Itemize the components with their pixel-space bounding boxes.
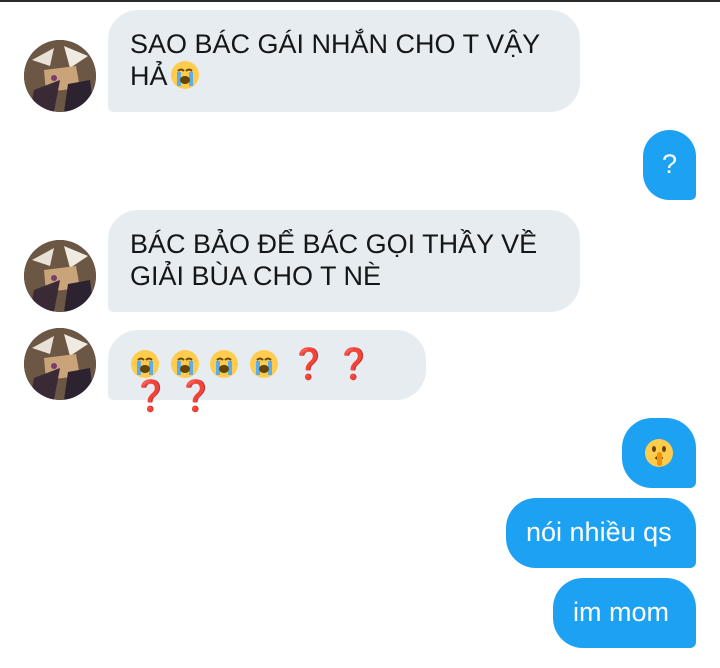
message-bubble-incoming[interactable]: ❓ ❓❓ ❓ [108,330,426,413]
loudly-crying-face-icon [249,349,279,379]
message-bubble-outgoing[interactable]: nói nhiều qs [506,498,696,568]
message-bubble-outgoing[interactable]: im mom [553,578,696,648]
message-bubble-outgoing[interactable]: ? [643,130,696,200]
loudly-crying-face-icon [209,349,239,379]
message-bubble-outgoing[interactable] [622,418,696,488]
message-text: nói nhiều qs [526,517,672,547]
loudly-crying-face-icon [170,349,200,379]
top-divider [0,0,720,2]
loudly-crying-face-icon [170,60,200,90]
question-mark-icon: ❓ [132,380,170,413]
message-bubble-incoming[interactable]: BÁC BẢO ĐỂ BÁC GỌI THẦY VỀ GIẢI BÙA CHO … [108,210,580,312]
avatar[interactable] [24,240,96,312]
message-bubble-incoming[interactable]: SAO BÁC GÁI NHẮN CHO T VẬY HẢ [108,10,580,112]
question-mark-icon: ❓ [177,380,215,413]
avatar[interactable] [24,328,96,400]
message-text: ? [661,149,678,179]
message-text: im mom [573,597,669,627]
question-mark-icon: ❓ [290,348,328,381]
message-text: BÁC BẢO ĐỂ BÁC GỌI THẦY VỀ GIẢI BÙA CHO … [130,229,538,291]
shushing-face-icon [644,438,674,468]
question-mark-icon: ❓ [335,348,373,381]
loudly-crying-face-icon [130,349,160,379]
avatar[interactable] [24,40,96,112]
